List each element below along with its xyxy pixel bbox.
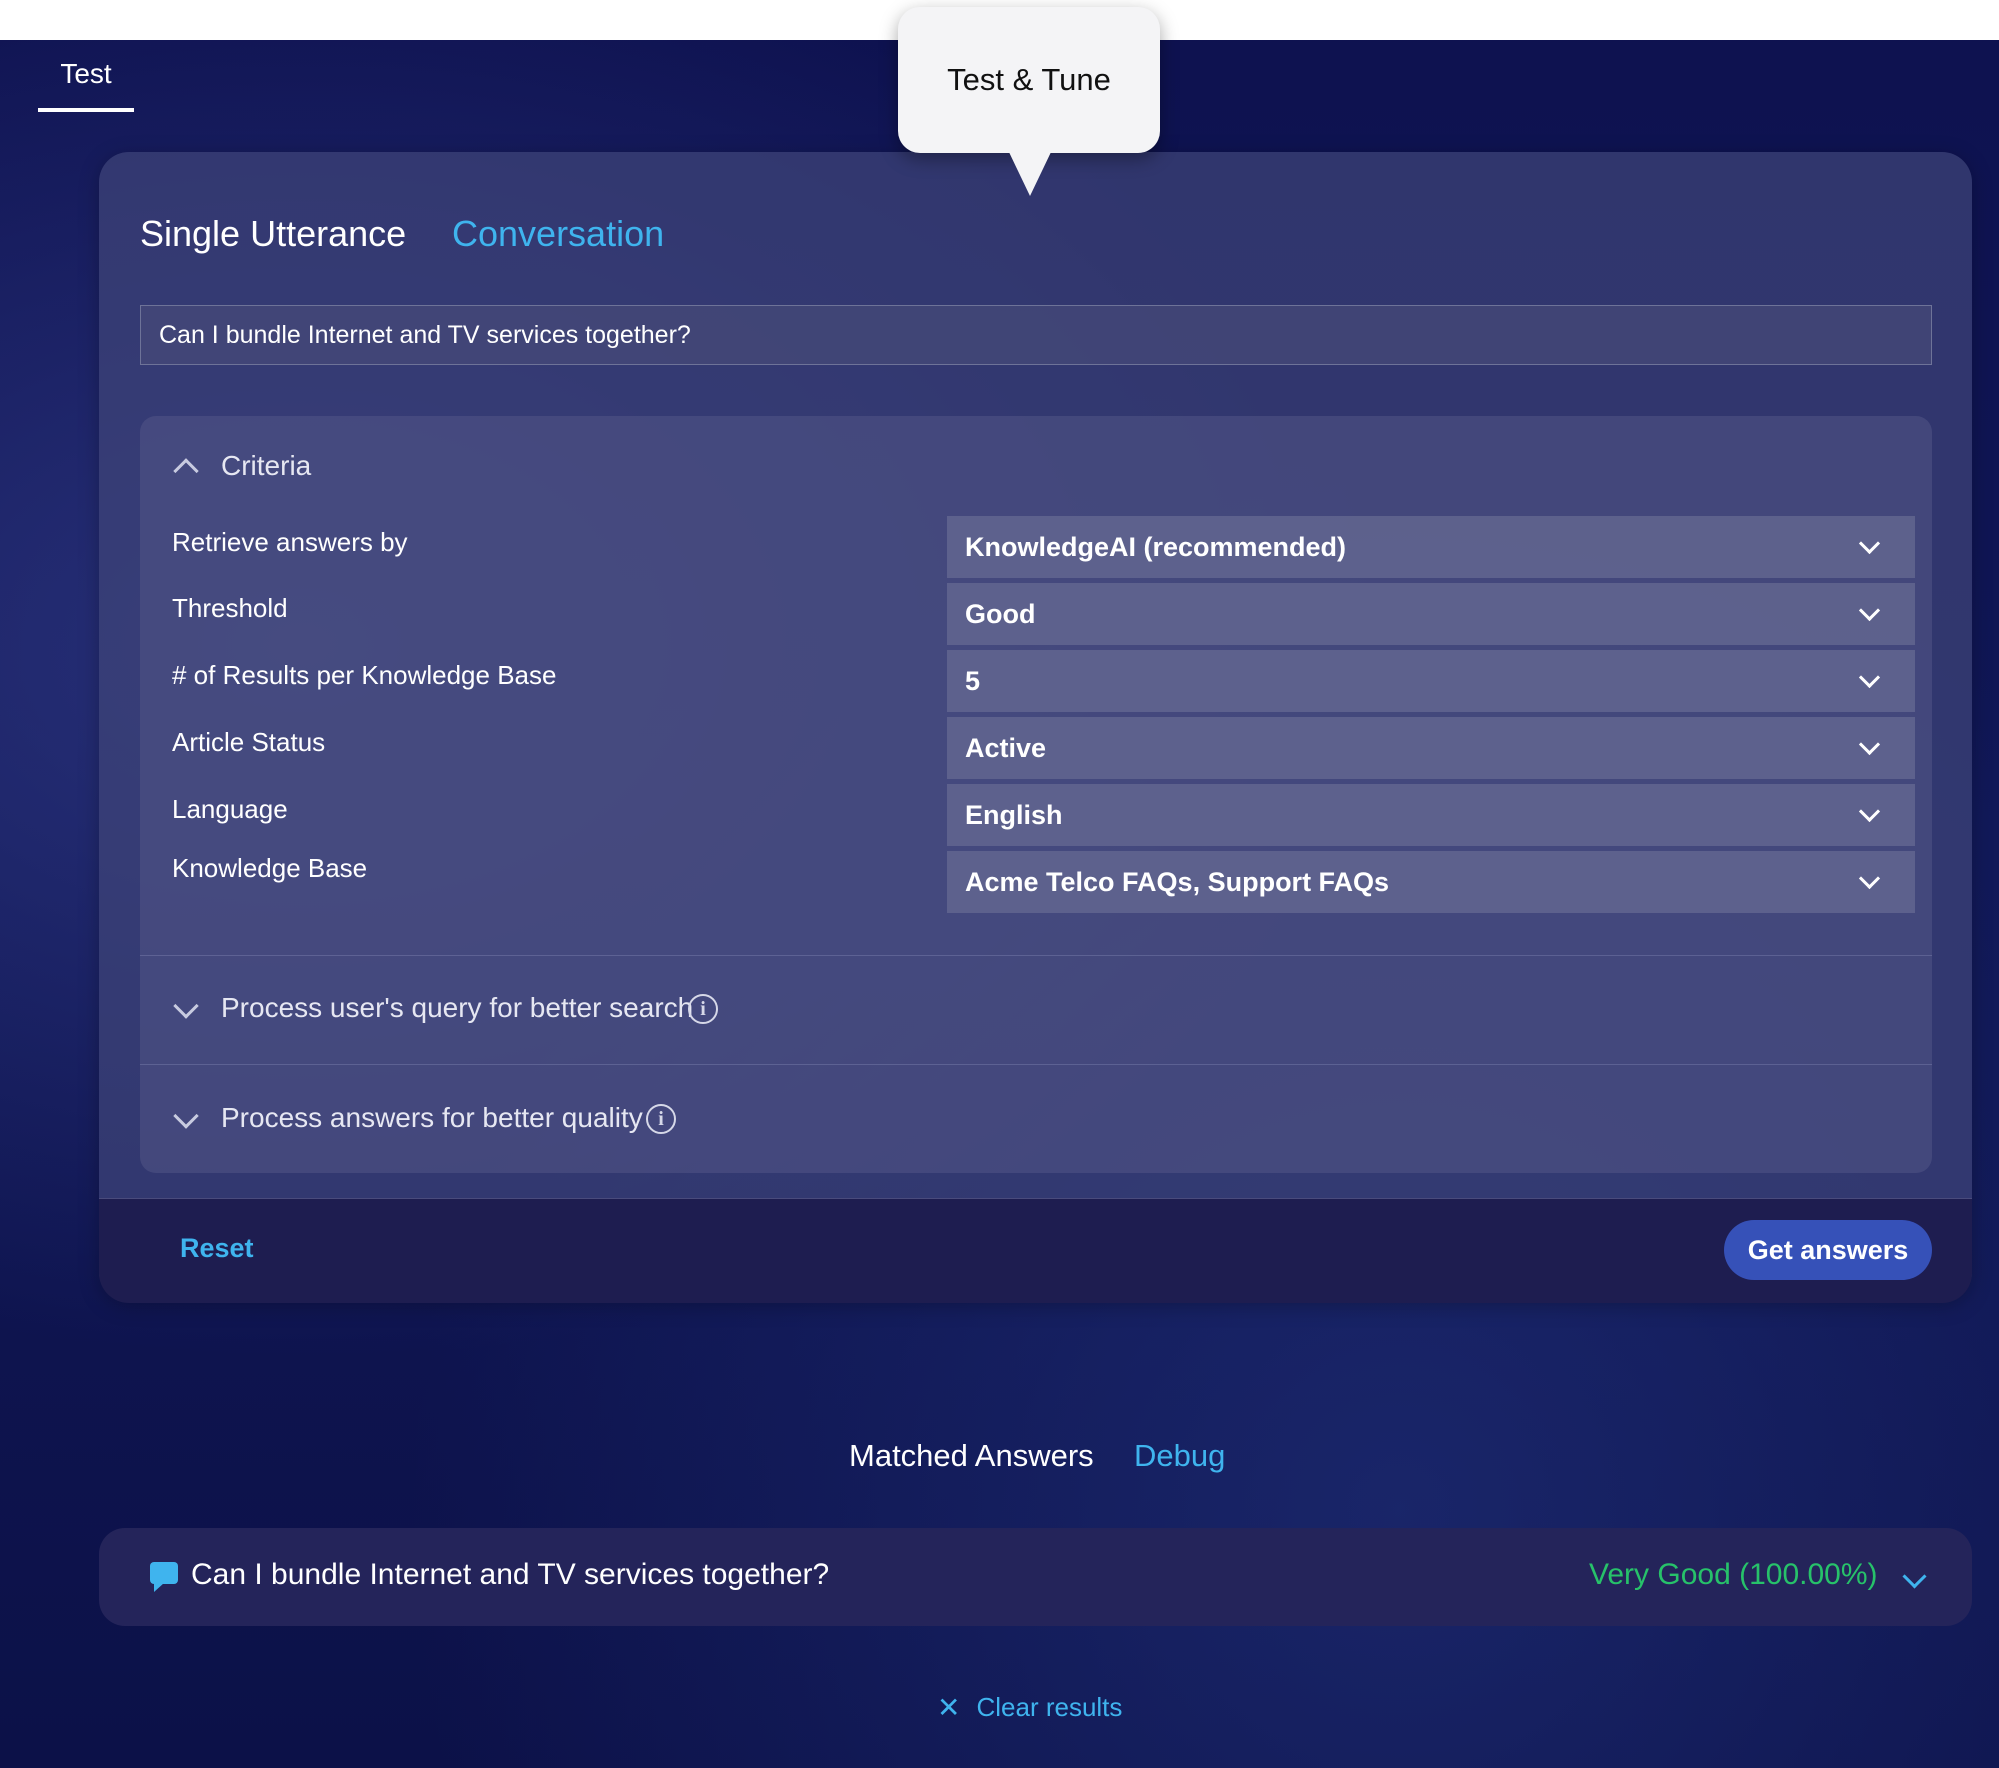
label-retrieve-answers-by: Retrieve answers by — [172, 527, 408, 558]
tab-matched-answers[interactable]: Matched Answers — [849, 1438, 1094, 1474]
select-knowledge-base[interactable]: Acme Telco FAQs, Support FAQs — [947, 851, 1915, 913]
section-divider — [140, 955, 1932, 956]
tab-single-utterance[interactable]: Single Utterance — [140, 212, 406, 256]
chevron-down-icon — [1859, 801, 1880, 822]
info-icon[interactable]: i — [646, 1104, 676, 1134]
select-value: English — [965, 800, 1063, 831]
select-value: 5 — [965, 666, 980, 697]
utterance-input[interactable] — [140, 305, 1932, 365]
chevron-down-icon — [1859, 868, 1880, 889]
tooltip-text: Test & Tune — [947, 62, 1111, 98]
reset-button[interactable]: Reset — [180, 1233, 254, 1264]
chevron-down-icon — [1859, 533, 1880, 554]
select-value: KnowledgeAI (recommended) — [965, 532, 1346, 563]
label-language: Language — [172, 794, 288, 825]
info-icon[interactable]: i — [688, 994, 718, 1024]
criteria-title[interactable]: Criteria — [221, 450, 311, 482]
label-results-per-kb: # of Results per Knowledge Base — [172, 660, 556, 691]
label-knowledge-base: Knowledge Base — [172, 853, 367, 884]
label-article-status: Article Status — [172, 727, 325, 758]
chat-bubble-icon — [150, 1562, 178, 1584]
select-value: Good — [965, 599, 1035, 630]
section-process-answers[interactable]: Process answers for better quality — [221, 1102, 643, 1134]
chevron-down-icon — [1859, 600, 1880, 621]
select-article-status[interactable]: Active — [947, 717, 1915, 779]
label-threshold: Threshold — [172, 593, 288, 624]
close-icon: ✕ — [937, 1691, 960, 1724]
answer-score: Very Good (100.00%) — [1589, 1558, 1878, 1592]
tab-conversation[interactable]: Conversation — [452, 212, 664, 256]
tab-test-label: Test — [60, 58, 111, 90]
clear-results-label: Clear results — [976, 1692, 1122, 1723]
select-retrieve-answers-by[interactable]: KnowledgeAI (recommended) — [947, 516, 1915, 578]
card-footer — [99, 1198, 1972, 1303]
chevron-down-icon — [1859, 667, 1880, 688]
tab-debug[interactable]: Debug — [1134, 1438, 1225, 1474]
tooltip-pointer — [1008, 150, 1052, 196]
select-value: Acme Telco FAQs, Support FAQs — [965, 867, 1389, 898]
answer-title: Can I bundle Internet and TV services to… — [191, 1558, 829, 1592]
section-process-query[interactable]: Process user's query for better search — [221, 992, 693, 1024]
select-results-per-kb[interactable]: 5 — [947, 650, 1915, 712]
get-answers-button[interactable]: Get answers — [1724, 1220, 1932, 1280]
chevron-down-icon — [1859, 734, 1880, 755]
clear-results-button[interactable]: ✕ Clear results — [937, 1691, 1122, 1724]
section-divider — [140, 1064, 1932, 1065]
select-value: Active — [965, 733, 1046, 764]
select-threshold[interactable]: Good — [947, 583, 1915, 645]
tab-test[interactable]: Test — [38, 40, 134, 112]
test-tune-tooltip: Test & Tune — [898, 7, 1160, 153]
select-language[interactable]: English — [947, 784, 1915, 846]
